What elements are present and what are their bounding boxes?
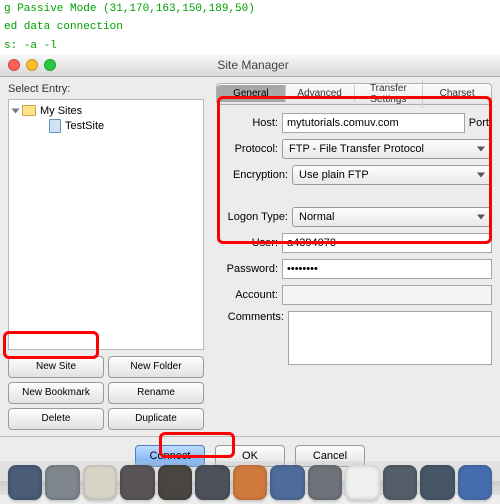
protocol-select[interactable]: FTP - File Transfer Protocol bbox=[282, 139, 492, 159]
tree-child-row[interactable]: TestSite bbox=[13, 118, 199, 134]
encryption-label: Encryption: bbox=[216, 169, 288, 181]
tab-bar: General Advanced Transfer Settings Chars… bbox=[216, 83, 492, 105]
tab-general[interactable]: General bbox=[217, 85, 286, 102]
host-input[interactable] bbox=[282, 113, 465, 133]
delete-button[interactable]: Delete bbox=[8, 408, 104, 430]
dock-app-icon[interactable] bbox=[158, 465, 192, 500]
port-label: Port: bbox=[469, 117, 492, 129]
form-area: Host: Port: Protocol: FTP - File Transfe… bbox=[216, 113, 492, 365]
terminal-line: g Passive Mode (31,170,163,150,189,50) bbox=[0, 0, 500, 18]
window-title: Site Manager bbox=[6, 58, 500, 72]
user-label: User: bbox=[216, 237, 278, 249]
account-label: Account: bbox=[216, 289, 278, 301]
protocol-label: Protocol: bbox=[216, 143, 278, 155]
comments-label: Comments: bbox=[216, 311, 284, 323]
new-folder-button[interactable]: New Folder bbox=[108, 356, 204, 378]
dock bbox=[0, 461, 500, 504]
dock-app-icon[interactable] bbox=[458, 465, 492, 500]
dock-app-icon[interactable] bbox=[345, 465, 379, 500]
dock-app-icon[interactable] bbox=[83, 465, 117, 500]
dock-app-icon[interactable] bbox=[420, 465, 454, 500]
password-label: Password: bbox=[216, 263, 278, 275]
tree-child-label: TestSite bbox=[65, 120, 104, 132]
terminal-line: s: -a -l bbox=[0, 37, 500, 55]
select-entry-label: Select Entry: bbox=[8, 83, 204, 95]
window-titlebar: Site Manager bbox=[0, 55, 500, 77]
new-bookmark-button[interactable]: New Bookmark bbox=[8, 382, 104, 404]
disclosure-triangle-icon[interactable] bbox=[12, 108, 20, 113]
dock-app-icon[interactable] bbox=[270, 465, 304, 500]
folder-icon bbox=[22, 105, 36, 116]
tab-transfer[interactable]: Transfer Settings bbox=[355, 80, 424, 108]
dock-app-icon[interactable] bbox=[45, 465, 79, 500]
new-site-button[interactable]: New Site bbox=[8, 356, 104, 378]
tab-charset[interactable]: Charset bbox=[423, 85, 491, 102]
comments-textarea[interactable] bbox=[288, 311, 492, 365]
tree-root-label: My Sites bbox=[40, 105, 82, 117]
duplicate-button[interactable]: Duplicate bbox=[108, 408, 204, 430]
logon-type-label: Logon Type: bbox=[216, 211, 288, 223]
logon-type-select[interactable]: Normal bbox=[292, 207, 492, 227]
site-tree[interactable]: My Sites TestSite bbox=[8, 99, 204, 350]
dock-app-icon[interactable] bbox=[120, 465, 154, 500]
dock-app-icon[interactable] bbox=[383, 465, 417, 500]
tree-root-row[interactable]: My Sites bbox=[13, 104, 199, 118]
password-input[interactable] bbox=[282, 259, 492, 279]
dock-app-icon[interactable] bbox=[8, 465, 42, 500]
host-label: Host: bbox=[216, 117, 278, 129]
account-input bbox=[282, 285, 492, 305]
terminal-line: ed data connection bbox=[0, 18, 500, 36]
left-pane: Select Entry: My Sites TestSite New Site… bbox=[0, 77, 212, 436]
rename-button[interactable]: Rename bbox=[108, 382, 204, 404]
right-pane: General Advanced Transfer Settings Chars… bbox=[212, 77, 500, 436]
dock-app-icon[interactable] bbox=[308, 465, 342, 500]
left-button-grid: New Site New Folder New Bookmark Rename … bbox=[8, 356, 204, 430]
dock-app-icon[interactable] bbox=[233, 465, 267, 500]
dialog-body: Select Entry: My Sites TestSite New Site… bbox=[0, 77, 500, 437]
dock-app-icon[interactable] bbox=[195, 465, 229, 500]
user-input[interactable] bbox=[282, 233, 492, 253]
server-icon bbox=[49, 119, 61, 133]
tab-advanced[interactable]: Advanced bbox=[286, 85, 355, 102]
encryption-select[interactable]: Use plain FTP bbox=[292, 165, 492, 185]
